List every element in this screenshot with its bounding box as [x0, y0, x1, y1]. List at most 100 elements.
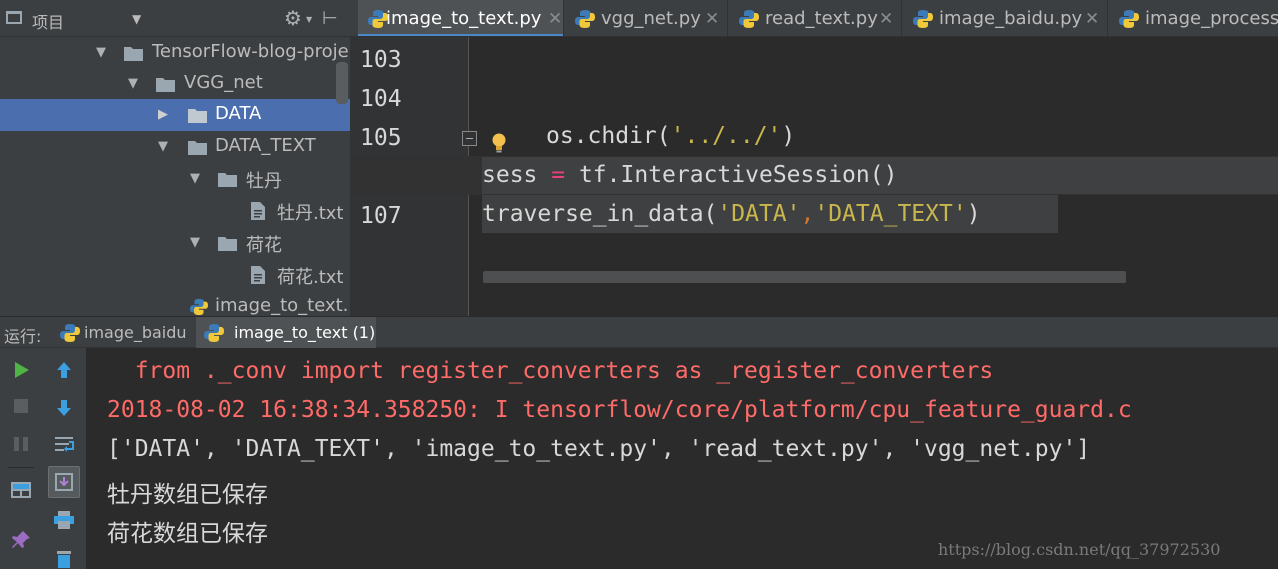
python-file-icon — [739, 10, 759, 28]
printer-icon — [54, 511, 74, 529]
text-file-icon — [251, 266, 265, 284]
close-icon[interactable]: ✕ — [879, 9, 893, 29]
pause-icon — [14, 437, 28, 451]
line-number: 105 — [360, 125, 402, 151]
console-line: 2018-08-02 16:38:34.358250: I tensorflow… — [107, 397, 1132, 423]
arrow-up-icon — [57, 362, 71, 378]
project-icon — [6, 11, 22, 24]
tree-item-label: 牡丹.txt — [277, 203, 344, 224]
line-number: 107 — [360, 203, 402, 229]
print-button[interactable] — [48, 504, 80, 536]
python-file-icon — [913, 10, 933, 28]
gear-icon[interactable]: ⚙ — [284, 6, 302, 30]
tree-item-label: TensorFlow-blog-proje — [152, 41, 349, 62]
run-tab-image-to-text[interactable]: image_to_text (1) — [196, 317, 376, 349]
editor-horizontal-scrollbar[interactable] — [483, 271, 1126, 283]
stop-button[interactable] — [5, 390, 37, 422]
tree-item-label: 荷花 — [246, 235, 282, 256]
code-string: '../../' — [670, 123, 782, 149]
collapse-panel-icon[interactable]: ⊢ — [322, 8, 338, 29]
python-file-icon — [204, 324, 224, 342]
run-icon — [15, 362, 29, 378]
tab-vgg-net[interactable]: vgg_net.py ✕ — [565, 0, 728, 36]
project-tree-scrollbar[interactable] — [336, 62, 348, 104]
tree-item-mudan[interactable]: ▼ 牡丹 — [0, 163, 350, 195]
scroll-down-button[interactable] — [48, 392, 80, 424]
tab-image-to-text[interactable]: image_to_text.py ✕ — [358, 0, 564, 36]
fold-marker-icon[interactable] — [462, 131, 477, 146]
tab-read-text[interactable]: read_text.py ✕ — [729, 0, 902, 36]
folder-icon — [124, 47, 143, 61]
soft-wrap-icon — [55, 437, 74, 452]
code-string: 'DATA' — [717, 201, 801, 227]
layout-icon — [11, 482, 31, 498]
run-console[interactable]: from ._conv import register_converters a… — [86, 348, 1278, 569]
run-label: 运行: — [4, 327, 42, 346]
gear-dropdown-icon[interactable]: ▼ — [306, 15, 312, 24]
console-line: from ._conv import register_converters a… — [107, 358, 994, 384]
trash-icon — [57, 551, 71, 568]
python-file-icon — [60, 324, 80, 342]
tree-item-hehua-txt[interactable]: 荷花.txt — [0, 259, 350, 291]
expanded-arrow-icon[interactable]: ▼ — [190, 235, 200, 250]
scroll-to-end-button[interactable] — [48, 466, 80, 498]
code-comma: , — [800, 201, 815, 227]
tree-item-mudan-txt[interactable]: 牡丹.txt — [0, 195, 350, 227]
tree-item-data[interactable]: ▶ DATA — [0, 99, 350, 131]
folder-icon — [188, 141, 207, 155]
close-icon[interactable]: ✕ — [705, 9, 719, 29]
tab-image-baidu[interactable]: image_baidu.py ✕ — [903, 0, 1108, 36]
console-line: 牡丹数组已保存 — [107, 482, 268, 508]
expanded-arrow-icon[interactable]: ▼ — [158, 139, 168, 154]
run-tab-image-baidu[interactable]: image_baidu — [52, 317, 195, 349]
editor-tab-bar: image_to_text.py ✕ vgg_net.py ✕ read_tex… — [350, 0, 1278, 37]
code-line-105[interactable]: os.chdir('../../') — [546, 123, 795, 149]
tab-label: image_baidu.py — [939, 8, 1083, 29]
close-icon[interactable]: ✕ — [548, 9, 562, 29]
tree-item-image-to-text-py[interactable]: image_to_text.p — [0, 291, 350, 316]
tab-image-process[interactable]: image_process. — [1109, 0, 1278, 36]
collapsed-arrow-icon[interactable]: ▶ — [158, 107, 168, 122]
expanded-arrow-icon[interactable]: ▼ — [128, 76, 138, 91]
clear-all-button[interactable] — [48, 542, 80, 569]
run-tool-window-header: 运行: image_baidu image_to_text (1) — [0, 316, 1278, 349]
project-panel-title[interactable]: 项目 — [32, 9, 64, 33]
code-string: 'DATA_TEXT' — [814, 201, 967, 227]
folder-icon — [156, 78, 175, 92]
soft-wrap-button[interactable] — [48, 428, 80, 460]
tree-item-data-text[interactable]: ▼ DATA_TEXT — [0, 131, 350, 163]
close-icon[interactable]: ✕ — [1085, 9, 1099, 29]
code-line-106[interactable]: sess = tf.InteractiveSession() — [482, 162, 897, 188]
folder-icon — [188, 109, 207, 123]
expanded-arrow-icon[interactable]: ▼ — [190, 171, 200, 186]
pin-icon — [12, 531, 30, 548]
tab-label: image_process. — [1145, 8, 1278, 29]
expanded-arrow-icon[interactable]: ▼ — [96, 45, 106, 60]
console-line: 荷花数组已保存 — [107, 521, 268, 547]
stop-icon — [14, 399, 28, 413]
code-call: os.chdir( — [546, 123, 671, 149]
scroll-to-end-icon — [55, 473, 73, 491]
project-panel-header: 项目 ▼ ⚙ ▼ ⊢ — [0, 0, 350, 37]
code-call: tf.InteractiveSession() — [565, 162, 898, 188]
pause-button[interactable] — [5, 428, 37, 460]
console-line: ['DATA', 'DATA_TEXT', 'image_to_text.py'… — [107, 436, 1091, 462]
layout-button[interactable] — [5, 474, 37, 506]
code-editor[interactable]: 103 104 105 106 107 os.chdir('../../') s… — [350, 37, 1278, 316]
lightbulb-icon[interactable] — [490, 132, 508, 154]
pin-tab-button[interactable] — [5, 524, 37, 556]
rerun-button[interactable] — [5, 354, 37, 386]
chevron-down-icon[interactable]: ▼ — [132, 12, 141, 26]
scroll-up-button[interactable] — [48, 354, 80, 386]
code-paren: ) — [966, 201, 981, 227]
tree-item-tensorflow-blog-project[interactable]: ▼ TensorFlow-blog-proje — [0, 37, 350, 69]
line-number: 103 — [360, 47, 402, 73]
tree-item-vgg-net[interactable]: ▼ VGG_net — [0, 68, 350, 100]
code-line-107[interactable]: traverse_in_data('DATA','DATA_TEXT') — [482, 201, 981, 227]
tree-item-hehua[interactable]: ▼ 荷花 — [0, 227, 350, 259]
python-file-icon — [575, 10, 595, 28]
tree-item-label: image_to_text.p — [215, 295, 350, 316]
run-toolbar-right — [43, 348, 86, 569]
watermark: https://blog.csdn.net/qq_37972530 — [938, 540, 1221, 559]
folder-icon — [218, 173, 237, 187]
